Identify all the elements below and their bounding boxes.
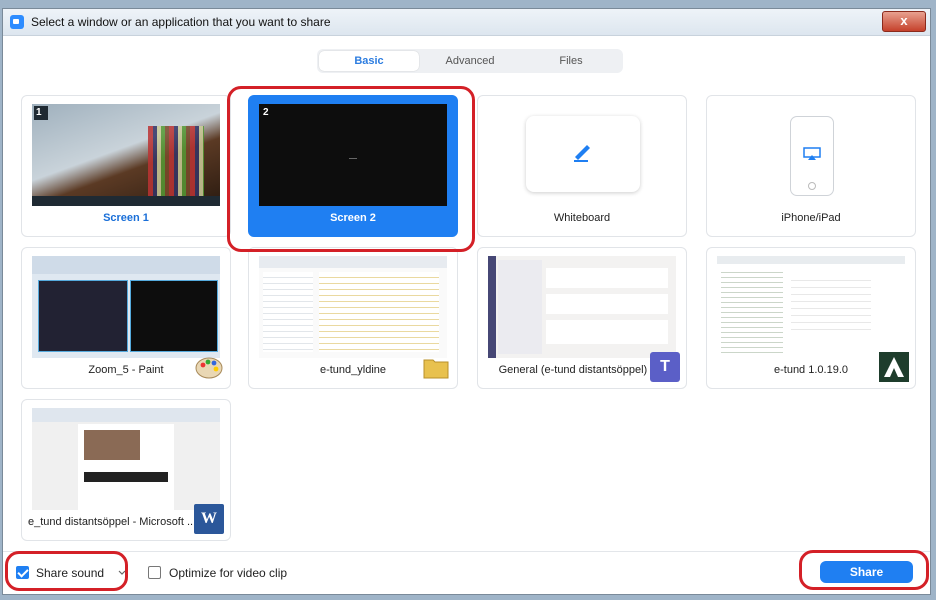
teams-window-thumbnail xyxy=(488,256,676,358)
teams-icon: T xyxy=(650,352,680,382)
folder-icon xyxy=(423,359,449,379)
highlight-screen-2 xyxy=(227,86,475,252)
pen-icon xyxy=(574,145,590,162)
optimize-video-label[interactable]: Optimize for video clip xyxy=(169,566,287,580)
tile-label: Whiteboard xyxy=(553,212,611,224)
highlight-share-sound xyxy=(5,551,128,591)
phone-outline xyxy=(790,116,834,196)
paint-window-thumbnail xyxy=(32,256,220,358)
etund-app-icon xyxy=(879,352,909,382)
word-window-thumbnail xyxy=(32,408,220,510)
zoom-app-icon xyxy=(10,15,24,29)
tab-advanced[interactable]: Advanced xyxy=(420,51,520,71)
word-icon: W xyxy=(194,504,224,534)
share-tile-explorer[interactable]: e-tund_yldine xyxy=(248,247,458,389)
share-tile-paint[interactable]: Zoom_5 - Paint xyxy=(21,247,231,389)
share-tile-word[interactable]: e_tund distantsöppel - Microsoft ... W xyxy=(21,399,231,541)
paint-palette-icon xyxy=(195,357,223,379)
share-tile-iphone-ipad[interactable]: iPhone/iPad xyxy=(706,95,916,237)
share-tabs: Basic Advanced Files xyxy=(317,49,623,73)
tab-basic[interactable]: Basic xyxy=(319,51,419,71)
share-tile-etund[interactable]: e-tund 1.0.19.0 xyxy=(706,247,916,389)
tile-label: Screen 1 xyxy=(103,212,149,224)
explorer-window-thumbnail xyxy=(259,256,447,358)
footer-divider xyxy=(3,551,930,552)
etund-window-thumbnail xyxy=(717,256,905,358)
window-title: Select a window or an application that y… xyxy=(31,15,331,29)
highlight-share-button xyxy=(799,550,929,590)
share-tile-screen-1[interactable]: 1 Screen 1 xyxy=(21,95,231,237)
tile-label: iPhone/iPad xyxy=(781,212,841,224)
whiteboard-card xyxy=(526,116,640,192)
screen-number-badge: 1 xyxy=(34,106,48,120)
title-bar: Select a window or an application that y… xyxy=(3,9,930,36)
airplay-icon xyxy=(803,147,821,160)
close-button[interactable]: x xyxy=(882,11,926,32)
share-tile-teams[interactable]: General (e-tund distantsöppel) | ... T xyxy=(477,247,687,389)
screen-1-thumbnail: 1 xyxy=(32,104,220,206)
tab-files[interactable]: Files xyxy=(521,51,621,71)
optimize-video-checkbox[interactable] xyxy=(148,566,161,579)
share-tile-whiteboard[interactable]: Whiteboard xyxy=(477,95,687,237)
